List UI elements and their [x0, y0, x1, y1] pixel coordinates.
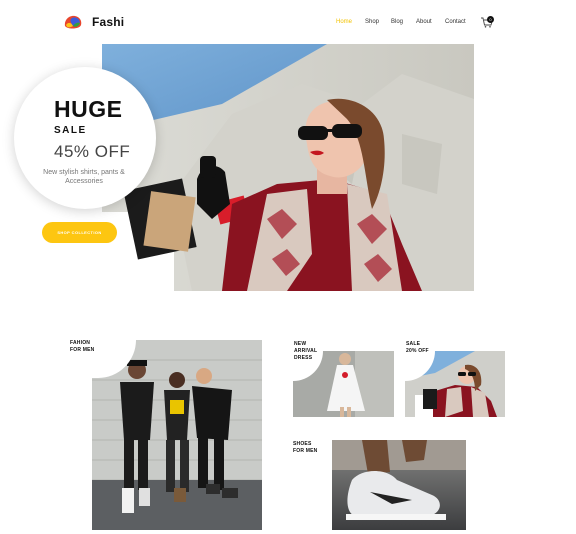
category-tile-sale[interactable]: [405, 351, 505, 417]
promo-title: HUGE: [54, 96, 123, 122]
nav-about[interactable]: About: [416, 19, 432, 25]
promo-description: New stylish shirts, pants & Accessories: [43, 169, 125, 185]
category-label-sale: SALE 20% OFF: [406, 341, 429, 354]
category-label-new-arrival: NEW ARRIVAL DRESS: [294, 341, 318, 361]
category-label-shoes: SHOES FOR MEN: [293, 441, 318, 454]
promo-circle: [14, 67, 156, 209]
logo-icon[interactable]: [63, 14, 83, 30]
nav-blog[interactable]: Blog: [391, 19, 403, 25]
nav-home[interactable]: Home: [336, 19, 352, 25]
promo-subtitle: SALE: [54, 125, 87, 136]
hero-image: [102, 44, 474, 291]
cart-count-badge: 0: [487, 16, 494, 23]
nav-contact[interactable]: Contact: [445, 19, 466, 25]
shop-collection-button[interactable]: SHOP COLLECTION: [42, 222, 117, 243]
shoes-image: [332, 440, 466, 530]
category-tile-men-fashion[interactable]: [92, 340, 262, 530]
site-header: Fashi Home Shop Blog About Contact 0: [0, 0, 576, 44]
brand-name[interactable]: Fashi: [92, 15, 124, 29]
promo-discount: 45% OFF: [54, 142, 131, 161]
category-tile-shoes[interactable]: [332, 440, 466, 530]
nav-shop[interactable]: Shop: [365, 19, 379, 25]
category-label-men-fashion: FAHION FOR MEN: [70, 340, 95, 353]
hero-banner: [102, 44, 474, 291]
